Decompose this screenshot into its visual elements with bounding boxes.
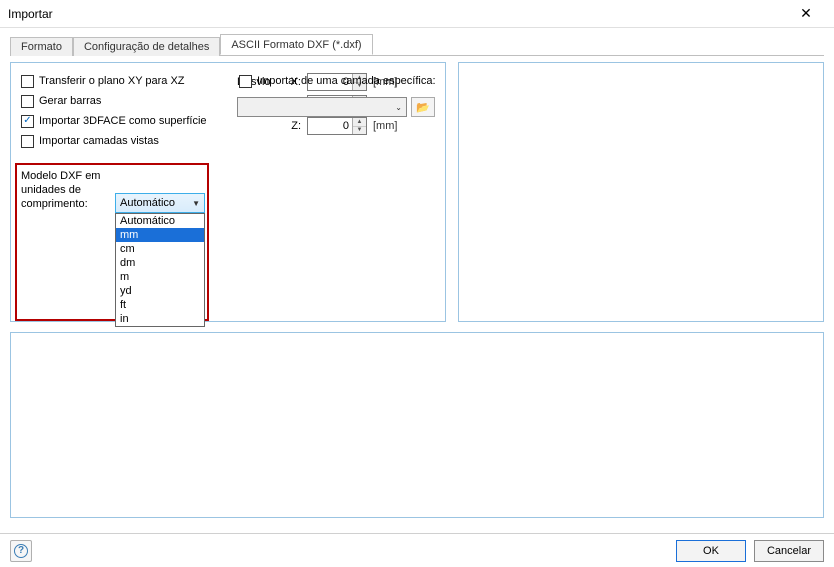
units-combo-list[interactable]: Automático mm cm dm m yd ft in (115, 213, 205, 327)
checkbox-label: Gerar barras (39, 95, 101, 107)
window-title: Importar (8, 7, 53, 21)
units-option[interactable]: Automático (116, 214, 204, 228)
checkbox-icon (21, 75, 34, 88)
tab-ascii-dxf[interactable]: ASCII Formato DXF (*.dxf) (220, 34, 372, 55)
chevron-down-icon: ▼ (192, 199, 200, 208)
checkbox-icon (21, 115, 34, 128)
units-label: Modelo DXF em unidades de comprimento: (21, 169, 109, 211)
checkbox-icon (21, 95, 34, 108)
checkbox-label: Importar de uma camada específica: (257, 75, 436, 87)
browse-button[interactable]: 📂 (411, 97, 435, 117)
units-option[interactable]: ft (116, 298, 204, 312)
units-option[interactable]: mm (116, 228, 204, 242)
tab-formato[interactable]: Formato (10, 37, 73, 56)
checkbox-label: Transferir o plano XY para XZ (39, 75, 185, 87)
desvio-z-value[interactable] (308, 118, 352, 134)
axis-label-z: Z: (287, 120, 301, 132)
panel-preview (458, 62, 824, 322)
help-icon: ? (14, 544, 28, 558)
units-option[interactable]: cm (116, 242, 204, 256)
chevron-down-icon: ⌄ (395, 103, 402, 112)
layer-combo[interactable]: ⌄ (237, 97, 407, 117)
tab-strip: Formato Configuração de detalhes ASCII F… (10, 34, 824, 56)
spinner-down-icon[interactable]: ▼ (353, 127, 366, 135)
checkbox-import-specific-layer[interactable]: Importar de uma camada específica: (237, 71, 436, 91)
checkbox-label: Importar 3DFACE como superfície (39, 115, 207, 127)
units-option[interactable]: yd (116, 284, 204, 298)
unit-label: [mm] (373, 120, 397, 132)
desvio-z-input[interactable]: ▲ ▼ (307, 117, 367, 135)
spinner-up-icon[interactable]: ▲ (353, 118, 366, 127)
ok-button[interactable]: OK (676, 540, 746, 562)
units-combo-value: Automático (120, 197, 175, 209)
checkbox-icon (239, 75, 252, 88)
tab-config-detalhes[interactable]: Configuração de detalhes (73, 37, 220, 56)
units-option[interactable]: m (116, 270, 204, 284)
panel-options: Transferir o plano XY para XZ Gerar barr… (10, 62, 446, 322)
close-button[interactable]: ✕ (786, 5, 826, 22)
cancel-button[interactable]: Cancelar (754, 540, 824, 562)
help-button[interactable]: ? (10, 540, 32, 562)
folder-icon: 📂 (416, 101, 430, 114)
checkbox-label: Importar camadas vistas (39, 135, 159, 147)
units-option[interactable]: dm (116, 256, 204, 270)
units-combo[interactable]: Automático ▼ (115, 193, 205, 213)
panel-bottom (10, 332, 824, 518)
units-option[interactable]: in (116, 312, 204, 326)
checkbox-icon (21, 135, 34, 148)
